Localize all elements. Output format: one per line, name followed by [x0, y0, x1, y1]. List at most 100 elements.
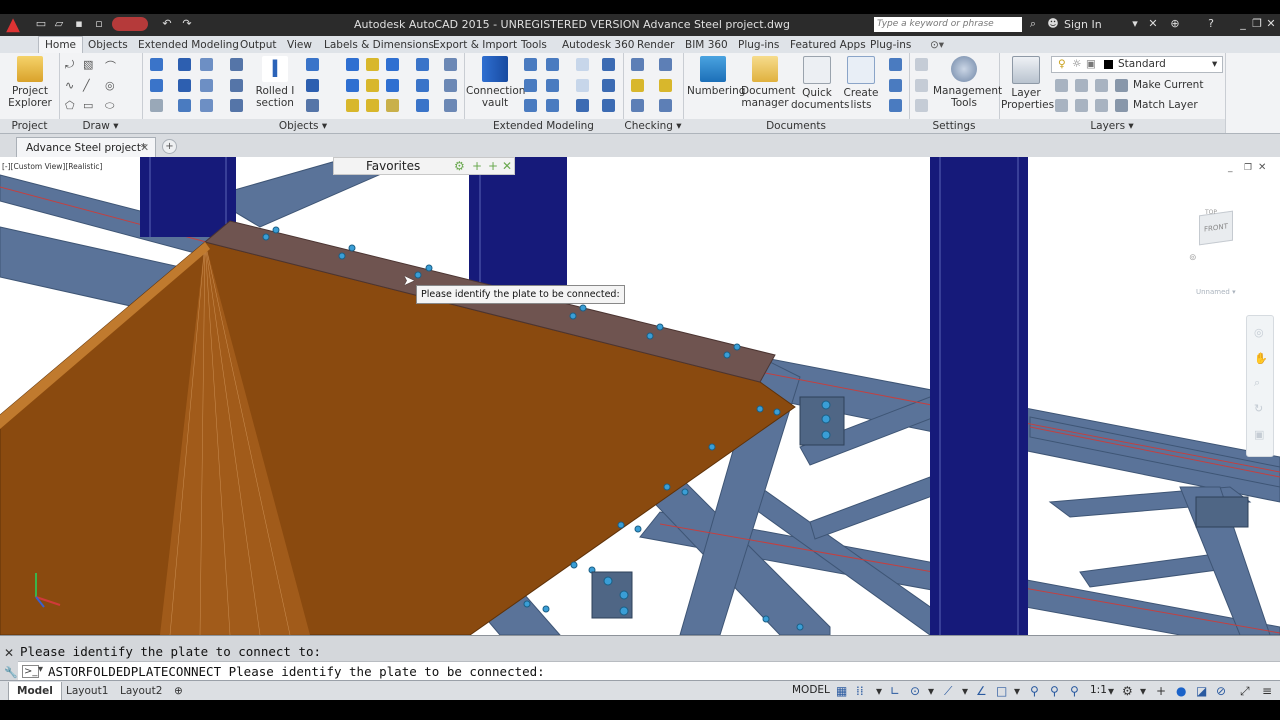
bom-icon[interactable]: [889, 99, 902, 112]
steering-wheel-icon[interactable]: ◎: [1254, 326, 1264, 339]
exchange-icon[interactable]: ✕: [1146, 17, 1160, 31]
redo-icon[interactable]: ↷: [180, 17, 194, 31]
tab-render[interactable]: Render: [637, 37, 674, 53]
weld-point-icon[interactable]: [386, 79, 399, 92]
line-icon[interactable]: ╱: [83, 79, 96, 92]
check-icon-3[interactable]: [631, 79, 644, 92]
hatch-icon[interactable]: ▧: [83, 58, 96, 71]
open-icon[interactable]: ▱: [52, 17, 66, 31]
connection-icon-2[interactable]: [546, 58, 559, 71]
panel-title-draw[interactable]: Draw ▾: [59, 119, 142, 133]
tab-labels-dimensions[interactable]: Labels & Dimensions: [324, 37, 434, 53]
navigation-bar[interactable]: ◎ ✋ ⌕ ↻ ▣: [1246, 315, 1274, 457]
dxf-icon[interactable]: [889, 79, 902, 92]
orbit-icon[interactable]: ↻: [1254, 402, 1263, 415]
stair-icon[interactable]: [444, 58, 457, 71]
command-input[interactable]: >_ ▾ ASTORFOLDEDPLATECONNECT Please iden…: [18, 661, 1280, 681]
tab-plug-ins[interactable]: Plug-ins: [738, 37, 779, 53]
arc-icon[interactable]: ⌒: [105, 58, 118, 73]
auto-scale-icon[interactable]: ⚲: [1050, 684, 1059, 698]
customization-menu-icon[interactable]: ≡: [1262, 684, 1272, 698]
plate-rectangle-icon[interactable]: [346, 58, 359, 71]
save-as-icon[interactable]: ▫: [92, 17, 106, 31]
tab-view[interactable]: View: [287, 37, 312, 53]
connection-icon-3[interactable]: [524, 79, 537, 92]
tab-layout2[interactable]: Layout2: [112, 682, 170, 700]
annotation-scale-icon[interactable]: ⚲: [1070, 684, 1079, 698]
snap-mode-icon[interactable]: ⁞⁞: [856, 684, 864, 698]
layer-properties-button[interactable]: Layer Properties: [1001, 56, 1054, 111]
customize-icon[interactable]: 🔧: [4, 666, 18, 679]
ucs-menu[interactable]: Unnamed ▾: [1196, 288, 1236, 296]
panel-title-checking[interactable]: Checking ▾: [623, 119, 683, 133]
clock-icon[interactable]: [150, 99, 163, 112]
viewcube[interactable]: FRONT TOP ⊚: [1189, 209, 1241, 263]
workspace-dropdown-icon[interactable]: ▾: [1140, 684, 1146, 698]
connection-icon-1[interactable]: [524, 58, 537, 71]
settings-icon-2[interactable]: [915, 79, 928, 92]
tab-tools[interactable]: Tools: [521, 37, 547, 53]
tab-featured-apps[interactable]: Featured Apps: [790, 37, 866, 53]
purlin-icon[interactable]: [200, 99, 213, 112]
close-tab-icon[interactable]: ✕: [140, 138, 149, 158]
object-snap-icon[interactable]: □: [996, 684, 1007, 698]
fullscreen-icon[interactable]: ⤢: [1240, 684, 1250, 698]
undo-icon[interactable]: ↶: [160, 17, 174, 31]
polyline-icon[interactable]: ⤾: [65, 58, 78, 71]
viewport-restore-icon[interactable]: ❐: [1244, 163, 1252, 173]
project-explorer-button[interactable]: Project Explorer: [6, 56, 54, 109]
curved-beam-icon[interactable]: [178, 79, 191, 92]
grid-axis-icon[interactable]: [150, 79, 163, 92]
record-icon[interactable]: [112, 17, 148, 31]
tab-autodesk-360[interactable]: Autodesk 360: [562, 37, 634, 53]
lightbulb-icon[interactable]: ♀: [1058, 58, 1066, 70]
check-icon-5[interactable]: [631, 99, 644, 112]
workspace-gear-icon[interactable]: ⚙: [1122, 684, 1133, 698]
feature-icon-5[interactable]: [602, 79, 615, 92]
check-icon-1[interactable]: [631, 58, 644, 71]
railing-icon[interactable]: [444, 79, 457, 92]
new-icon[interactable]: ▭: [34, 17, 48, 31]
bolt-rect-icon[interactable]: [366, 79, 379, 92]
sun-icon[interactable]: ☼: [1072, 58, 1081, 70]
feature-icon-3[interactable]: [576, 99, 589, 112]
annotation-visibility-icon[interactable]: ⚲: [1030, 684, 1039, 698]
beam-icon[interactable]: [200, 58, 213, 71]
clean-screen-icon[interactable]: ⊘: [1216, 684, 1226, 698]
layer-tool-icon-4[interactable]: [1055, 99, 1068, 112]
isodraft-dropdown-icon[interactable]: ▾: [962, 684, 968, 698]
column-icon[interactable]: [178, 58, 191, 71]
isodraft-icon[interactable]: ⟋: [944, 684, 952, 698]
document-manager-button[interactable]: Document manager: [741, 56, 795, 109]
command-prompt-icon[interactable]: >_: [22, 665, 40, 678]
joist-icon[interactable]: [178, 99, 191, 112]
tab-layout1[interactable]: Layout1: [58, 682, 116, 700]
save-icon[interactable]: ▪: [72, 17, 86, 31]
steel-model-canvas[interactable]: [0, 157, 1280, 635]
viewcube-compass-icon[interactable]: ⊚: [1189, 253, 1197, 263]
grating-icon[interactable]: [416, 58, 429, 71]
layer-dropdown[interactable]: ♀ ☼ ▣ Standard ▾: [1051, 56, 1223, 73]
layer-tool-icon-6[interactable]: [1095, 99, 1108, 112]
make-current-button[interactable]: Make Current: [1133, 79, 1203, 91]
check-icon-6[interactable]: [659, 99, 672, 112]
tab-bim-360[interactable]: BIM 360: [685, 37, 728, 53]
close-favorites-icon[interactable]: ✕: [502, 158, 512, 174]
viewport-controls-label[interactable]: [-][Custom View][Realistic]: [2, 162, 103, 171]
spline-icon[interactable]: ∿: [65, 79, 78, 92]
sign-in-link[interactable]: Sign In: [1064, 18, 1102, 31]
grid-icon[interactable]: [150, 58, 163, 71]
model-viewport[interactable]: [-][Custom View][Realistic] Favorites ⚙ …: [0, 157, 1280, 635]
feature-icon-1[interactable]: [576, 58, 589, 71]
tab-model[interactable]: Model: [8, 682, 62, 701]
feature-icon-2[interactable]: [576, 79, 589, 92]
annotation-scale-value[interactable]: 1:1: [1090, 684, 1107, 696]
ellipse-icon[interactable]: ⬭: [105, 99, 118, 112]
feature-icon-4[interactable]: [602, 58, 615, 71]
chevron-down-icon[interactable]: ▾: [1212, 58, 1217, 70]
search-icon[interactable]: ⌕: [1026, 17, 1040, 31]
layer-tool-icon-3[interactable]: [1095, 79, 1108, 92]
tab-objects[interactable]: Objects: [88, 37, 128, 53]
gear-icon[interactable]: ⚙: [454, 158, 465, 174]
cold-rolled-icon[interactable]: [306, 99, 319, 112]
